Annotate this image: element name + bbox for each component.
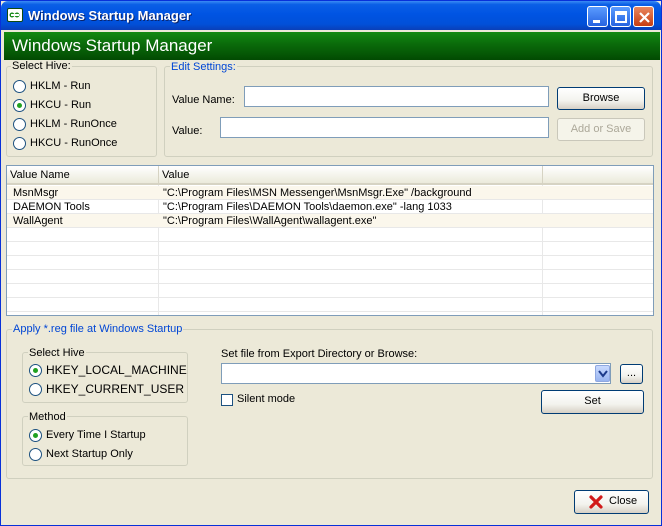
silent-mode-checkbox[interactable] (221, 394, 233, 406)
radio-dot-selected (13, 98, 26, 112)
cell-value-name: MsnMsgr (13, 187, 59, 199)
radio-every-time[interactable]: Every Time I Startup (29, 427, 146, 443)
apply-reg-legend: Apply *.reg file at Windows Startup (12, 323, 184, 335)
method-legend: Method (28, 411, 67, 423)
radio-dot (13, 117, 26, 131)
radio-next-startup-only[interactable]: Next Startup Only (29, 446, 133, 462)
minimize-button[interactable] (587, 6, 608, 27)
maximize-button[interactable] (610, 6, 631, 27)
silent-mode-label: Silent mode (237, 393, 296, 405)
empty-row (7, 256, 653, 270)
empty-row (7, 242, 653, 256)
radio-dot (29, 382, 42, 396)
app-window: Windows Startup Manager Windows Startup … (0, 0, 662, 526)
radio-dot (13, 136, 26, 150)
empty-row (7, 228, 653, 242)
browse-button[interactable]: Browse (557, 87, 645, 110)
browse-file-button[interactable]: ... (620, 364, 643, 384)
cell-value: "C:\Program Files\WallAgent\wallagent.ex… (163, 215, 377, 227)
list-header: Value Name Value (7, 166, 653, 185)
value-input[interactable] (220, 117, 549, 138)
close-window-button[interactable] (633, 6, 654, 27)
value-name-label: Value Name: (172, 94, 235, 106)
radio-hkcu-runonce[interactable]: HKCU - RunOnce (13, 135, 117, 151)
startup-entries-list[interactable]: Value Name Value MsnMsgr "C:\Program Fil… (6, 165, 654, 316)
app-icon (7, 8, 23, 22)
header-banner: Windows Startup Manager (4, 32, 660, 60)
column-header-value[interactable]: Value (159, 166, 543, 185)
table-row[interactable]: WallAgent "C:\Program Files\WallAgent\wa… (7, 214, 653, 228)
close-button[interactable]: Close (574, 490, 649, 514)
value-name-input[interactable] (244, 86, 549, 107)
window-title: Windows Startup Manager (28, 8, 192, 23)
close-button-label: Close (609, 495, 638, 507)
cell-value-name: WallAgent (13, 215, 63, 227)
radio-hkey-current-user[interactable]: HKEY_CURRENT_USER (29, 381, 184, 397)
select-hive-legend: Select Hive: (11, 60, 72, 72)
radio-hklm-runonce[interactable]: HKLM - RunOnce (13, 116, 117, 132)
banner-title: Windows Startup Manager (12, 36, 213, 55)
set-button[interactable]: Set (541, 390, 644, 414)
column-header-value-name[interactable]: Value Name (7, 166, 159, 185)
radio-dot-selected (29, 363, 42, 377)
edit-settings-legend: Edit Settings: (170, 61, 237, 73)
table-row[interactable]: MsnMsgr "C:\Program Files\MSN Messenger\… (7, 186, 653, 200)
chevron-down-icon[interactable] (595, 365, 610, 382)
value-label: Value: (172, 125, 203, 137)
export-file-label: Set file from Export Directory or Browse… (221, 348, 418, 360)
cell-value-name: DAEMON Tools (13, 201, 90, 213)
cell-value: "C:\Program Files\DAEMON Tools\daemon.ex… (163, 201, 452, 213)
add-or-save-button[interactable]: Add or Save (557, 118, 645, 141)
empty-row (7, 270, 653, 284)
title-bar[interactable]: Windows Startup Manager (1, 1, 661, 30)
table-row[interactable]: DAEMON Tools "C:\Program Files\DAEMON To… (7, 200, 653, 214)
close-x-icon (588, 494, 604, 518)
edit-settings-group (164, 66, 653, 157)
empty-row (7, 298, 653, 312)
empty-row (7, 284, 653, 298)
apply-hive-legend: Select Hive (28, 347, 86, 359)
radio-dot (13, 79, 26, 93)
cell-value: "C:\Program Files\MSN Messenger\MsnMsgr.… (163, 187, 472, 199)
export-file-combo[interactable] (221, 363, 611, 384)
radio-dot-selected (29, 428, 42, 442)
radio-dot (29, 447, 42, 461)
radio-hkcu-run[interactable]: HKCU - Run (13, 97, 91, 113)
radio-hklm-run[interactable]: HKLM - Run (13, 78, 91, 94)
radio-hkey-local-machine[interactable]: HKEY_LOCAL_MACHINE (29, 362, 187, 378)
